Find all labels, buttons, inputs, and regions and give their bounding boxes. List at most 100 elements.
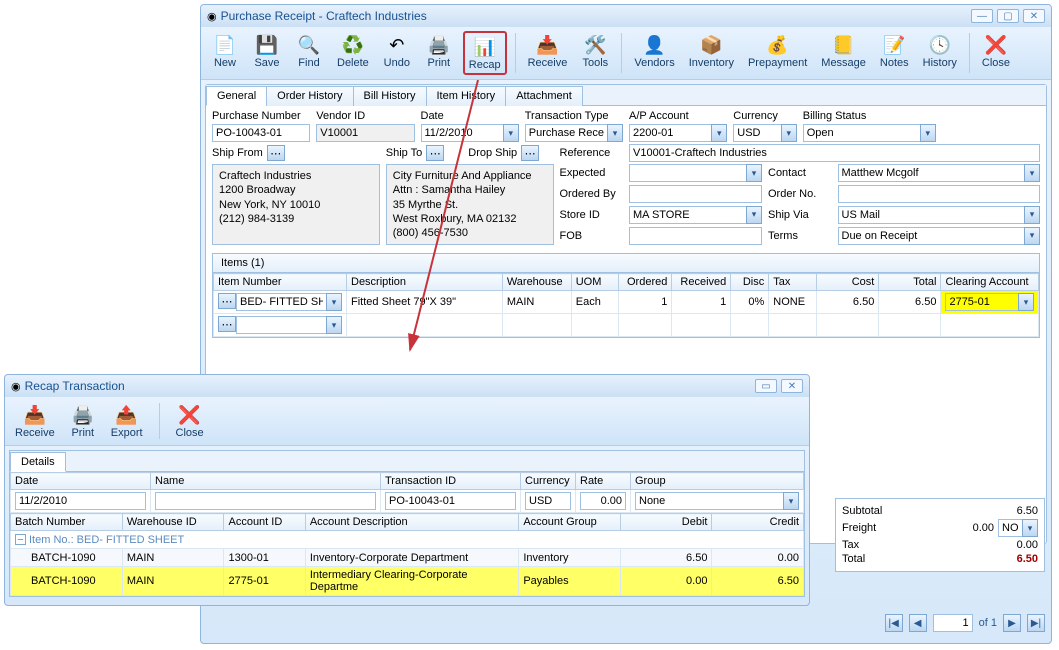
recap-button[interactable]: 📊Recap <box>463 31 507 75</box>
item-number-dropdown[interactable]: ▾ <box>326 316 342 334</box>
item-number-cell-empty[interactable] <box>236 316 326 334</box>
transaction-type-dropdown[interactable]: ▾ <box>607 124 623 142</box>
ordered-by-input[interactable] <box>629 185 762 203</box>
billing-status-dropdown[interactable]: ▾ <box>920 124 936 142</box>
receive-button[interactable]: 📥Receive <box>524 31 572 75</box>
items-col-tax[interactable]: Tax <box>769 274 817 291</box>
items-col-disc[interactable]: Disc <box>731 274 769 291</box>
currency-input[interactable] <box>733 124 781 142</box>
expected-input[interactable] <box>629 164 746 182</box>
collapse-icon[interactable]: − <box>15 534 26 545</box>
store-id-dropdown[interactable]: ▾ <box>746 206 762 224</box>
recap-receive-button[interactable]: 📥Receive <box>11 401 59 441</box>
tools-button[interactable]: 🛠️Tools <box>577 31 613 75</box>
recap-detail-row[interactable]: BATCH-1090MAIN2775-01Intermediary Cleari… <box>11 567 804 596</box>
items-col-description[interactable]: Description <box>347 274 503 291</box>
undo-button[interactable]: ↶Undo <box>379 31 415 75</box>
contact-dropdown[interactable]: ▾ <box>1024 164 1040 182</box>
notes-button[interactable]: 📝Notes <box>876 31 913 75</box>
billing-status-input[interactable] <box>803 124 920 142</box>
purchase-number-input[interactable] <box>212 124 310 142</box>
freight-tax-option[interactable] <box>998 519 1022 537</box>
maximize-button[interactable]: ▢ <box>997 9 1019 23</box>
tab-attachment[interactable]: Attachment <box>505 86 583 106</box>
pager-prev[interactable]: ◀ <box>909 614 927 632</box>
pager-last[interactable]: ▶| <box>1027 614 1045 632</box>
inventory-button[interactable]: 📦Inventory <box>685 31 738 75</box>
ap-account-input[interactable] <box>629 124 711 142</box>
close-button[interactable]: ✕ <box>1023 9 1045 23</box>
recap-details-tab[interactable]: Details <box>10 452 66 472</box>
freight-tax-dropdown[interactable]: ▾ <box>1022 519 1038 537</box>
recap-close-button[interactable]: ❌Close <box>172 401 208 441</box>
recap-print-button[interactable]: 🖨️Print <box>65 401 101 441</box>
minimize-button[interactable]: — <box>971 9 993 23</box>
order-no-input[interactable] <box>838 185 1041 203</box>
transaction-type-input[interactable] <box>525 124 607 142</box>
recap-group-dropdown[interactable]: ▾ <box>783 492 799 510</box>
reference-input[interactable] <box>629 144 1040 162</box>
drop-ship-browse[interactable]: ⋯ <box>521 145 539 161</box>
pager-input[interactable] <box>933 614 973 632</box>
recap-detail-row[interactable]: BATCH-1090MAIN1300-01Inventory-Corporate… <box>11 549 804 567</box>
item-browse[interactable]: ⋯ <box>218 316 236 332</box>
close-button[interactable]: ❌Close <box>978 31 1014 75</box>
ap-account-dropdown[interactable]: ▾ <box>711 124 727 142</box>
message-button[interactable]: 📒Message <box>817 31 870 75</box>
tab-order-history[interactable]: Order History <box>266 86 353 106</box>
recap-currency-input[interactable] <box>525 492 571 510</box>
delete-button[interactable]: ♻️Delete <box>333 31 373 75</box>
recap-col-account-id[interactable]: Account ID <box>224 514 305 531</box>
terms-input[interactable] <box>838 227 1025 245</box>
new-button[interactable]: 📄New <box>207 31 243 75</box>
save-button[interactable]: 💾Save <box>249 31 285 75</box>
ship-via-input[interactable] <box>838 206 1025 224</box>
recap-col-batch-number[interactable]: Batch Number <box>11 514 123 531</box>
items-col-cost[interactable]: Cost <box>817 274 879 291</box>
items-col-total[interactable]: Total <box>879 274 941 291</box>
tab-bill-history[interactable]: Bill History <box>353 86 427 106</box>
fob-input[interactable] <box>629 227 762 245</box>
ship-from-browse[interactable]: ⋯ <box>267 145 285 161</box>
store-id-input[interactable] <box>629 206 746 224</box>
tab-item-history[interactable]: Item History <box>426 86 507 106</box>
item-number-dropdown[interactable]: ▾ <box>326 293 342 311</box>
history-button[interactable]: 🕓History <box>919 31 961 75</box>
recap-rate-input[interactable] <box>580 492 626 510</box>
find-button[interactable]: 🔍Find <box>291 31 327 75</box>
recap-group-input[interactable] <box>635 492 783 510</box>
recap-col-account-group[interactable]: Account Group <box>519 514 621 531</box>
tab-general[interactable]: General <box>206 86 267 106</box>
items-col-ordered[interactable]: Ordered <box>618 274 672 291</box>
ship-to-browse[interactable]: ⋯ <box>426 145 444 161</box>
recap-category-row[interactable]: −Item No.: BED- FITTED SHEET <box>11 531 804 549</box>
recap-col-credit[interactable]: Credit <box>712 514 804 531</box>
recap-date-input[interactable] <box>15 492 146 510</box>
date-input[interactable] <box>421 124 503 142</box>
print-button[interactable]: 🖨️Print <box>421 31 457 75</box>
items-tab-label[interactable]: Items (1) <box>213 254 1039 273</box>
item-number-cell[interactable] <box>236 293 326 311</box>
pager-next[interactable]: ▶ <box>1003 614 1021 632</box>
clearing-account-cell[interactable] <box>945 293 1018 311</box>
item-browse[interactable]: ⋯ <box>218 293 236 309</box>
contact-input[interactable] <box>838 164 1025 182</box>
items-col-item-number[interactable]: Item Number <box>214 274 347 291</box>
recap-col-warehouse-id[interactable]: Warehouse ID <box>122 514 224 531</box>
table-row-empty[interactable]: ⋯▾ <box>214 314 1039 337</box>
pager-first[interactable]: |◀ <box>885 614 903 632</box>
recap-transaction-id-input[interactable] <box>385 492 516 510</box>
items-col-warehouse[interactable]: Warehouse <box>502 274 571 291</box>
terms-dropdown[interactable]: ▾ <box>1024 227 1040 245</box>
ship-via-dropdown[interactable]: ▾ <box>1024 206 1040 224</box>
vendor-id-input[interactable] <box>316 124 414 142</box>
recap-col-account-description[interactable]: Account Description <box>305 514 519 531</box>
expected-dropdown[interactable]: ▾ <box>746 164 762 182</box>
items-col-uom[interactable]: UOM <box>571 274 618 291</box>
items-col-received[interactable]: Received <box>672 274 731 291</box>
recap-col-debit[interactable]: Debit <box>620 514 712 531</box>
recap-restore-button[interactable]: ▭ <box>755 379 777 393</box>
items-col-clearing-account[interactable]: Clearing Account <box>941 274 1039 291</box>
table-row[interactable]: ⋯▾ Fitted Sheet 79"X 39" MAIN Each 1 1 0… <box>214 291 1039 314</box>
vendors-button[interactable]: 👤Vendors <box>630 31 678 75</box>
